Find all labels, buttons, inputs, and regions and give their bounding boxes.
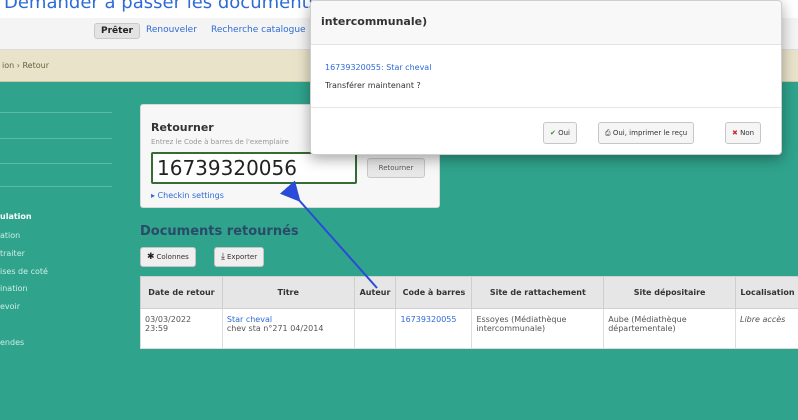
transfer-dialog: intercommunale) 16739320055: Star cheval… [310, 0, 782, 155]
barcode-input[interactable] [151, 152, 357, 184]
no-label: Non [740, 129, 755, 137]
yes-print-button[interactable]: ⎙ Oui, imprimer le reçu [598, 122, 695, 144]
breadcrumb-text[interactable]: ion › Retour [2, 61, 49, 70]
sidebar-item[interactable]: endes [0, 338, 24, 347]
col-title[interactable]: Titre [221, 276, 355, 309]
check-icon: ✔ [550, 129, 556, 137]
cell-holding-library: Aube (Médiathèque départementale) [603, 308, 736, 349]
holding-library-line: Aube (Médiathèque [608, 315, 687, 324]
dialog-footer-divider [311, 107, 781, 108]
home-library-line: Essoyes (Médiathèque [476, 315, 567, 324]
cell-date: 03/03/2022 23:59 [140, 308, 223, 349]
columns-label: Colonnes [156, 253, 189, 261]
return-title: Retourner [151, 121, 214, 134]
sidebar-item[interactable]: evoir [0, 302, 20, 311]
download-icon: ⤓ [221, 252, 225, 262]
cell-author [353, 308, 397, 349]
dialog-question: Transférer maintenant ? [325, 81, 421, 90]
cell-location: Libre accès [735, 308, 798, 349]
yes-print-label: Oui, imprimer le reçu [612, 129, 688, 137]
sidebar-heading: ulation [0, 212, 32, 221]
return-submit-button[interactable]: Retourner [367, 158, 425, 178]
export-button[interactable]: ⤓ Exporter [214, 247, 265, 267]
yes-label: Oui [558, 129, 571, 137]
dialog-item-link[interactable]: 16739320055: Star cheval [325, 63, 431, 72]
cell-title: Star cheval chev sta n°271 04/2014 [221, 308, 355, 349]
sidebar-item[interactable]: ation [0, 231, 20, 240]
col-barcode[interactable]: Code à barres [395, 276, 473, 309]
col-home-library[interactable]: Site de rattachement [471, 276, 605, 309]
yes-button[interactable]: ✔ Oui [543, 122, 578, 144]
col-holding-library[interactable]: Site dépositaire [603, 276, 736, 309]
returned-table: Date de retour Titre Auteur Code à barre… [140, 276, 798, 349]
dialog-title: intercommunale) [321, 15, 428, 28]
sidebar-item[interactable]: ises de coté [0, 267, 48, 276]
tab-preter[interactable]: Prêter [94, 23, 140, 39]
sidebar-divider [0, 138, 112, 139]
cell-home-library: Essoyes (Médiathèque intercommunale) [471, 308, 605, 349]
date-value: 03/03/2022 [145, 315, 192, 324]
columns-button[interactable]: ✱ Colonnes [140, 247, 196, 267]
sidebar-item[interactable]: ination [0, 284, 28, 293]
col-date[interactable]: Date de retour [140, 276, 223, 309]
cell-barcode[interactable]: 16739320055 [395, 308, 473, 349]
gear-icon: ✱ [147, 252, 155, 262]
holding-library-line: départementale) [608, 324, 676, 333]
tab-recherche-catalogue[interactable]: Recherche catalogue [211, 25, 306, 35]
title-subtitle: chev sta n°271 04/2014 [226, 324, 324, 333]
barcode-hint: Entrez le Code à barres de l'exemplaire [151, 138, 289, 146]
checkin-settings-link[interactable]: ▸ Checkin settings [151, 191, 224, 200]
sidebar-divider [0, 163, 112, 164]
col-location[interactable]: Localisation [735, 276, 798, 309]
table-header-row: Date de retour Titre Auteur Code à barre… [140, 276, 798, 309]
sidebar-divider [0, 186, 112, 187]
col-author[interactable]: Auteur [353, 276, 397, 309]
title-link[interactable]: Star cheval [227, 315, 350, 324]
printer-icon: ⎙ [605, 129, 611, 137]
sidebar-divider [0, 112, 112, 113]
export-label: Exporter [226, 253, 258, 261]
no-button[interactable]: ✖ Non [725, 122, 762, 144]
tab-renouveler[interactable]: Renouveler [146, 25, 197, 35]
time-value: 23:59 [145, 324, 169, 333]
close-icon: ✖ [732, 129, 738, 137]
returned-documents-title: Documents retournés [140, 224, 299, 239]
dialog-header: intercommunale) [311, 1, 781, 45]
table-row: 03/03/2022 23:59 Star cheval chev sta n°… [140, 308, 798, 349]
home-library-line: intercommunale) [476, 324, 546, 333]
sidebar-item[interactable]: traiter [0, 249, 25, 258]
